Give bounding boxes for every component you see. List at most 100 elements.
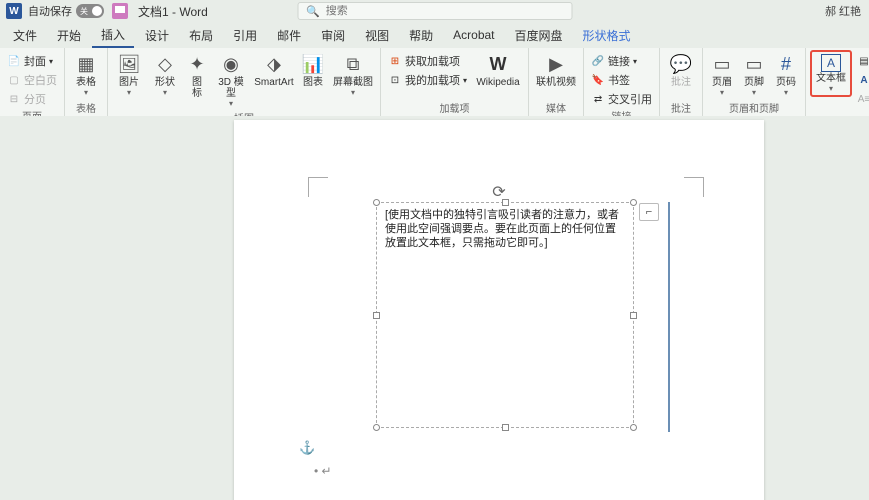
- page[interactable]: ⟳ [使用文档中的独特引言吸引读者的注意力，或者使用此空间强调要点。要在此页面上…: [234, 120, 764, 500]
- tab-file[interactable]: 文件: [4, 24, 46, 47]
- break-icon: ⊟: [7, 92, 21, 106]
- 3d-models-button[interactable]: ◉3D 模 型▾: [212, 50, 250, 110]
- resize-handle-r[interactable]: [630, 312, 637, 319]
- crossref-button[interactable]: ⇄交叉引用: [588, 90, 655, 108]
- screenshot-button[interactable]: ⧉屏幕截图▾: [330, 50, 376, 99]
- search-input[interactable]: [326, 5, 563, 17]
- table-button[interactable]: ▦ 表格 ▾: [69, 50, 103, 99]
- resize-handle-t[interactable]: [502, 199, 509, 206]
- tab-design[interactable]: 设计: [136, 24, 178, 47]
- addins-icon: ⊡: [388, 73, 402, 87]
- group-illustrations: 🖼图片▾ ◇形状▾ ✦图 标 ◉3D 模 型▾ ⬗SmartArt 📊图表 ⧉屏…: [108, 48, 381, 116]
- anchor-icon: ⚓: [299, 440, 315, 456]
- picture-button[interactable]: 🖼图片▾: [112, 50, 146, 99]
- smartart-button[interactable]: ⬗SmartArt: [252, 50, 296, 90]
- bookmark-icon: 🔖: [591, 73, 605, 87]
- wordart-icon: A: [857, 73, 869, 87]
- tab-insert[interactable]: 插入: [92, 23, 134, 48]
- picture-icon: 🖼: [117, 52, 141, 76]
- textbox-icon: A: [821, 54, 841, 72]
- group-pages: 📄封面▾ ▢空白页 ⊟分页 页面: [0, 48, 65, 116]
- chart-button[interactable]: 📊图表: [298, 50, 328, 90]
- tab-mailings[interactable]: 邮件: [268, 24, 310, 47]
- comment-button[interactable]: 💬批注: [664, 50, 698, 90]
- online-video-button[interactable]: ▶联机视频: [533, 50, 579, 90]
- group-addins: ⊞获取加载项 ⊡我的加载项▾ WWikipedia 加载项: [381, 48, 529, 116]
- video-icon: ▶: [544, 52, 568, 76]
- group-tables: ▦ 表格 ▾ 表格: [65, 48, 108, 116]
- dropcap-button[interactable]: A≡首字下沉▾: [854, 90, 869, 108]
- get-addins-button[interactable]: ⊞获取加载项: [385, 52, 470, 70]
- tab-layout[interactable]: 布局: [180, 24, 222, 47]
- textbox-content[interactable]: [使用文档中的独特引言吸引读者的注意力，或者使用此空间强调要点。要在此页面上的任…: [377, 203, 633, 255]
- header-icon: ▭: [710, 52, 734, 76]
- titlebar: W 自动保存 关 文档1 - Word 🔍 郝 红艳: [0, 0, 869, 22]
- search-icon: 🔍: [306, 5, 320, 18]
- group-headerfooter: ▭页眉▾ ▭页脚▾ #页码▾ 页眉和页脚: [703, 48, 806, 116]
- tab-help[interactable]: 帮助: [400, 24, 442, 47]
- smartart-icon: ⬗: [262, 52, 286, 76]
- cover-icon: 📄: [7, 54, 21, 68]
- resize-handle-tr[interactable]: [630, 199, 637, 206]
- document-canvas[interactable]: ⟳ [使用文档中的独特引言吸引读者的注意力，或者使用此空间强调要点。要在此页面上…: [0, 116, 869, 500]
- group-text: A文本框▾ ▤文档部件▾ A艺术字▾ A≡首字下沉▾ ✎签名行▾ 📅日期和时间 …: [806, 48, 869, 116]
- page-break-button[interactable]: ⊟分页: [4, 90, 60, 108]
- ribbon: 📄封面▾ ▢空白页 ⊟分页 页面 ▦ 表格 ▾ 表格 🖼图片▾ ◇形状▾ ✦图 …: [0, 48, 869, 116]
- text-box[interactable]: [使用文档中的独特引言吸引读者的注意力，或者使用此空间强调要点。要在此页面上的任…: [376, 202, 634, 428]
- chart-icon: 📊: [301, 52, 325, 76]
- link-button[interactable]: 🔗链接▾: [588, 52, 655, 70]
- group-comments: 💬批注 批注: [660, 48, 703, 116]
- tab-home[interactable]: 开始: [48, 24, 90, 47]
- shapes-icon: ◇: [153, 52, 177, 76]
- resize-handle-l[interactable]: [373, 312, 380, 319]
- shapes-button[interactable]: ◇形状▾: [148, 50, 182, 99]
- tab-view[interactable]: 视图: [356, 24, 398, 47]
- link-icon: 🔗: [591, 54, 605, 68]
- resize-handle-br[interactable]: [630, 424, 637, 431]
- tab-review[interactable]: 审阅: [312, 24, 354, 47]
- user-name[interactable]: 郝 红艳: [825, 3, 861, 19]
- crossref-icon: ⇄: [591, 92, 605, 106]
- tab-baidu[interactable]: 百度网盘: [506, 24, 572, 47]
- resize-handle-tl[interactable]: [373, 199, 380, 206]
- blank-icon: ▢: [7, 73, 21, 87]
- chevron-down-icon: ▾: [84, 88, 88, 97]
- resize-handle-b[interactable]: [502, 424, 509, 431]
- icons-button[interactable]: ✦图 标: [184, 50, 210, 101]
- wikipedia-button[interactable]: WWikipedia: [472, 50, 524, 90]
- tab-references[interactable]: 引用: [224, 24, 266, 47]
- bookmark-button[interactable]: 🔖书签: [588, 71, 655, 89]
- layout-options-icon[interactable]: ⌐: [639, 203, 659, 221]
- tab-shape-format[interactable]: 形状格式: [574, 24, 640, 47]
- group-label-comments: 批注: [671, 100, 691, 115]
- textbox-button[interactable]: A文本框▾: [814, 52, 848, 95]
- footer-icon: ▭: [742, 52, 766, 76]
- footer-button[interactable]: ▭页脚▾: [739, 50, 769, 99]
- group-label-tables: 表格: [76, 100, 96, 115]
- document-title: 文档1 - Word: [138, 3, 208, 20]
- page-number-button[interactable]: #页码▾: [771, 50, 801, 99]
- header-button[interactable]: ▭页眉▾: [707, 50, 737, 99]
- screenshot-icon: ⧉: [341, 52, 365, 76]
- wikipedia-icon: W: [486, 52, 510, 76]
- save-icon[interactable]: [112, 3, 128, 19]
- parts-icon: ▤: [857, 54, 869, 68]
- blank-page-button[interactable]: ▢空白页: [4, 71, 60, 89]
- margin-corner-tr: [684, 177, 704, 197]
- cover-page-button[interactable]: 📄封面▾: [4, 52, 60, 70]
- my-addins-button[interactable]: ⊡我的加载项▾: [385, 71, 470, 89]
- doc-parts-button[interactable]: ▤文档部件▾: [854, 52, 869, 70]
- search-box[interactable]: 🔍: [297, 2, 572, 20]
- autosave-toggle[interactable]: 关: [76, 4, 104, 18]
- autosave-label: 自动保存: [28, 3, 72, 19]
- tab-acrobat[interactable]: Acrobat: [444, 25, 503, 45]
- 3d-icon: ◉: [219, 52, 243, 76]
- wordart-button[interactable]: A艺术字▾: [854, 71, 869, 89]
- margin-corner-tl: [308, 177, 328, 197]
- group-label-addins: 加载项: [440, 100, 470, 115]
- group-label-media: 媒体: [546, 100, 566, 115]
- icons-icon: ✦: [185, 52, 209, 76]
- word-icon: W: [6, 3, 22, 19]
- table-icon: ▦: [74, 52, 98, 76]
- resize-handle-bl[interactable]: [373, 424, 380, 431]
